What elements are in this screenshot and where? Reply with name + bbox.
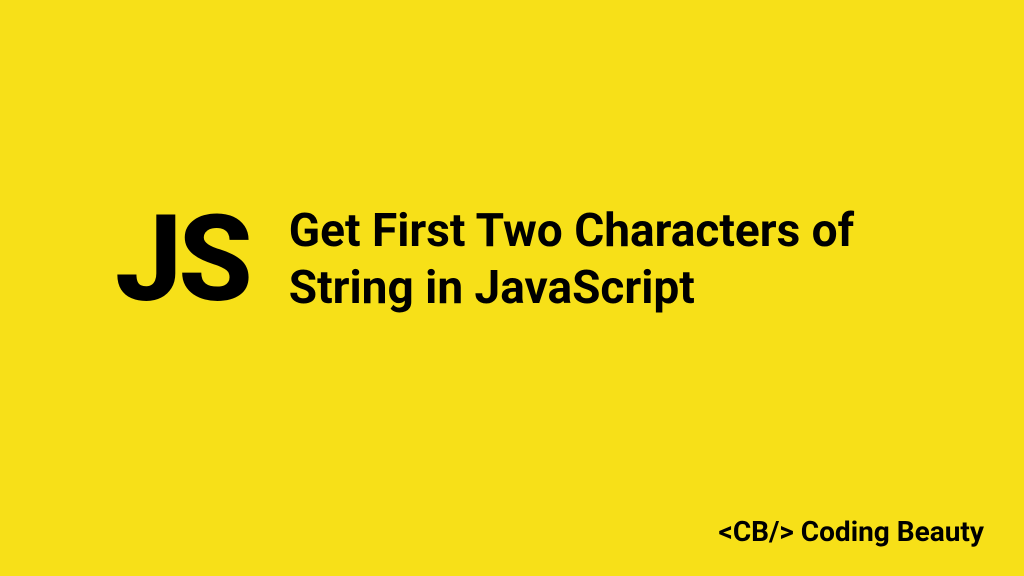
main-content: JS Get First Two Characters of String in… [115, 200, 929, 320]
brand-label: <CB/> Coding Beauty [719, 515, 984, 548]
js-logo: JS [115, 200, 249, 320]
article-title: Get First Two Characters of String in Ja… [289, 203, 929, 318]
